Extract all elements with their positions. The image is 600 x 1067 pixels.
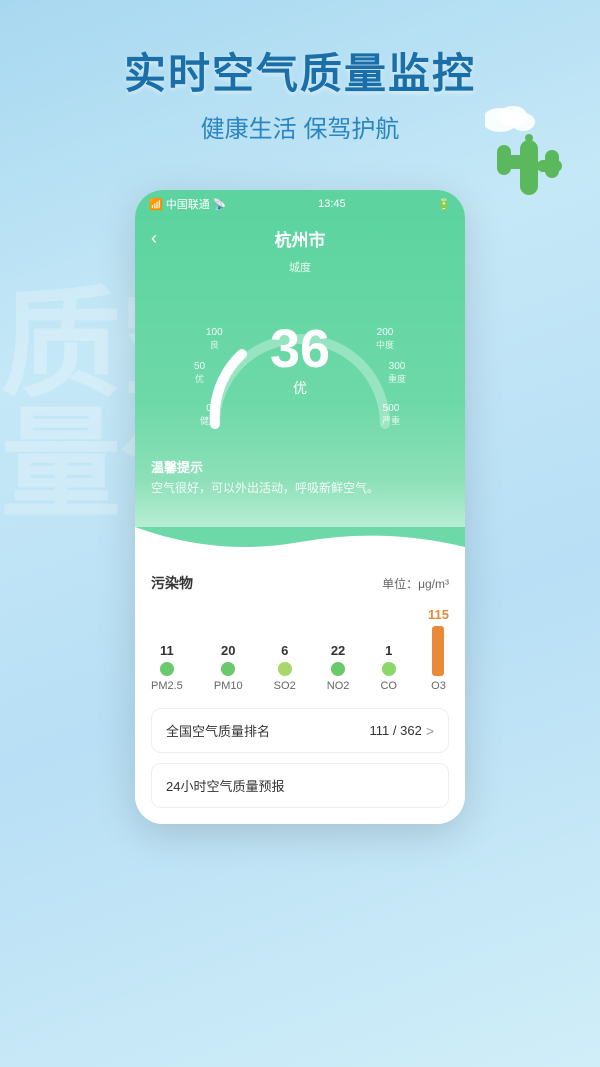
tip-section: 温馨提示 空气很好，可以外出活动，呼吸新鲜空气。 — [151, 457, 449, 497]
tip-title: 温馨提示 — [151, 457, 449, 476]
aqi-number: 36 — [270, 322, 330, 376]
pollutants-header: 污染物 单位：μg/m³ — [151, 573, 449, 593]
green-section: ‹ 杭州市 城度 100 良 200 中度 50 优 — [135, 218, 465, 527]
pollutant-o3: 115 O3 — [428, 607, 449, 692]
pollutant-pm25: 11 PM2.5 — [151, 643, 183, 692]
pollutants-grid: 11 PM2.5 20 PM10 6 SO2 22 NO2 — [151, 607, 449, 692]
decorations — [485, 100, 570, 215]
aqi-quality: 优 — [270, 378, 330, 398]
signal-icon: 📶 — [149, 199, 163, 211]
no2-dot — [331, 662, 345, 676]
carrier-signal: 📶 中国联通 📡 — [149, 196, 227, 212]
pollutants-title: 污染物 — [151, 573, 193, 593]
status-bar: 📶 中国联通 📡 13:45 🔋 — [135, 190, 465, 218]
back-button[interactable]: ‹ — [151, 228, 157, 249]
pollutant-co: 1 CO — [380, 643, 397, 692]
gauge-container: 100 良 200 中度 50 优 300 重度 0 健康 500 严重 — [190, 279, 410, 449]
o3-bar — [432, 626, 444, 676]
so2-dot — [278, 662, 292, 676]
wave-svg — [135, 527, 465, 557]
gauge-label-200: 200 中度 — [376, 327, 394, 351]
ranking-label: 全国空气质量排名 — [166, 721, 270, 740]
ranking-row[interactable]: 全国空气质量排名 111 / 362 > — [151, 708, 449, 753]
status-time: 13:45 — [318, 198, 346, 210]
pm25-dot — [160, 662, 174, 676]
white-section: 污染物 单位：μg/m³ 11 PM2.5 20 PM10 6 SO2 — [135, 557, 465, 824]
gauge-label-500: 500 严重 — [382, 403, 400, 427]
ranking-value: 111 / 362 > — [370, 723, 434, 739]
pollutant-no2: 22 NO2 — [327, 643, 350, 692]
battery-icon: 🔋 — [437, 198, 451, 211]
forecast-label: 24小时空气质量预报 — [166, 776, 284, 795]
gauge-label-300: 300 重度 — [388, 361, 406, 385]
cactus-icon — [485, 100, 570, 210]
city-header: ‹ 杭州市 — [151, 218, 449, 259]
gauge-label-50: 50 优 — [194, 361, 205, 385]
pollutant-pm10: 20 PM10 — [214, 643, 243, 692]
quality-label: 城度 — [151, 259, 449, 275]
wifi-icon: 📡 — [213, 199, 227, 211]
gauge-label-0: 0 健康 — [200, 403, 218, 427]
aqi-display: 36 优 — [270, 322, 330, 398]
forecast-row[interactable]: 24小时空气质量预报 — [151, 763, 449, 808]
city-name: 杭州市 — [275, 226, 326, 251]
wave-divider — [135, 527, 465, 557]
gauge-label-100: 100 良 — [206, 327, 223, 351]
ranking-arrow: > — [426, 723, 434, 739]
co-dot — [382, 662, 396, 676]
main-title: 实时空气质量监控 — [0, 40, 600, 101]
pollutants-unit: 单位：μg/m³ — [382, 575, 449, 592]
phone-card: 📶 中国联通 📡 13:45 🔋 ‹ 杭州市 城度 100 — [135, 190, 465, 824]
pm10-dot — [221, 662, 235, 676]
tip-text: 空气很好，可以外出活动，呼吸新鲜空气。 — [151, 479, 449, 497]
pollutant-so2: 6 SO2 — [274, 643, 296, 692]
